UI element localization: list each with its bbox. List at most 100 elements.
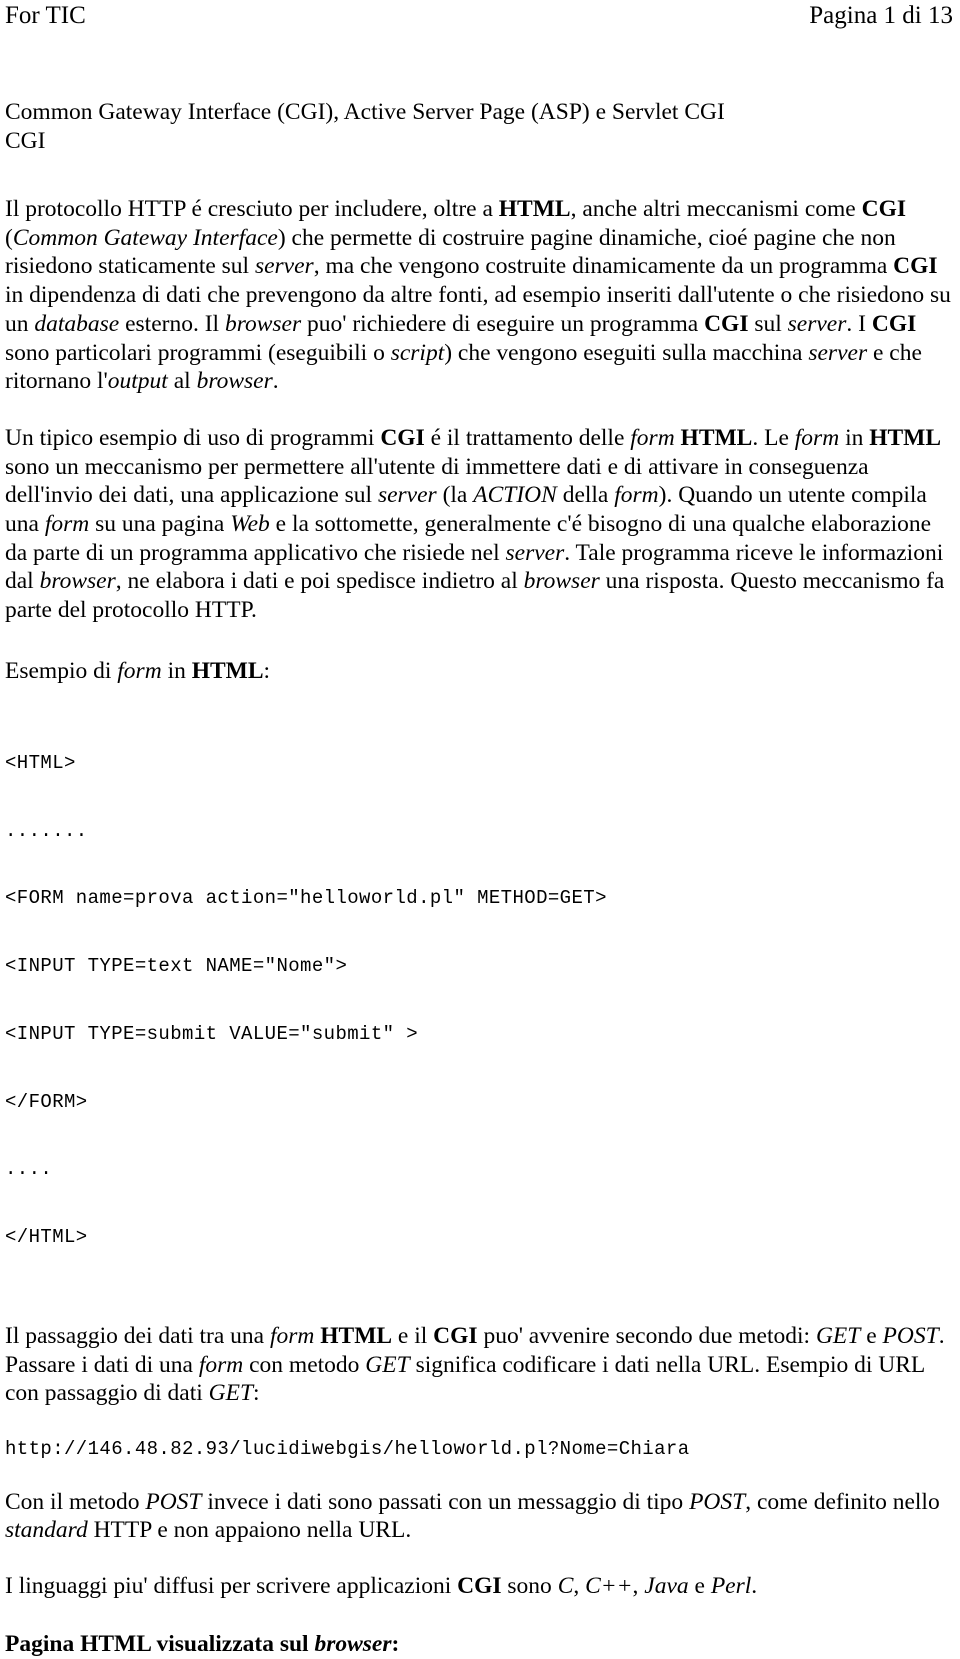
text-run: HTTP e non appaiono nella URL. — [87, 1517, 412, 1544]
text-run: su una pagina — [89, 511, 231, 538]
text-run: . I — [846, 310, 872, 337]
html-form-code-block: <HTML> ....... <FORM name=prova action="… — [5, 707, 955, 1294]
text-run: , — [632, 1573, 645, 1600]
text-run: e — [688, 1573, 711, 1600]
document-page: For TIC Pagina 1 di 13 Common Gateway In… — [0, 0, 960, 1657]
paragraph-cgi-intro: Il protocollo HTTP é cresciuto per inclu… — [5, 195, 955, 396]
document-title-block: Common Gateway Interface (CGI), Active S… — [5, 98, 955, 155]
text-run: ( — [5, 224, 13, 251]
text-bold: HTML — [680, 424, 753, 451]
text-run: in — [839, 424, 870, 451]
page-header: For TIC Pagina 1 di 13 — [5, 0, 955, 31]
text-italic: server — [787, 310, 847, 337]
text-italic: Web — [230, 511, 270, 538]
text-italic: script — [390, 339, 445, 366]
text-run: , come definito nello — [745, 1488, 940, 1515]
text-italic: ACTION — [473, 482, 557, 509]
text-run: , ne elabora i dati e poi spedisce indie… — [115, 568, 524, 595]
text-run: , — [573, 1573, 586, 1600]
text-italic: POST — [882, 1322, 939, 1349]
text-run: , ma che vengono costruite dinamicamente… — [313, 253, 894, 280]
code-line: <FORM name=prova action="helloworld.pl" … — [5, 887, 607, 910]
header-document-title: For TIC — [5, 2, 86, 29]
text-run: . — [272, 368, 279, 395]
text-run: puo' avvenire secondo due metodi: — [477, 1322, 816, 1349]
text-run: con metodo — [243, 1351, 366, 1378]
text-run: Esempio di — [5, 657, 118, 684]
code-line: ....... — [5, 819, 88, 842]
text-italic: GET — [815, 1322, 861, 1349]
get-url-example: http://146.48.82.93/lucidiwebgis/hellowo… — [5, 1438, 690, 1461]
text-italic: server — [254, 253, 314, 280]
code-line: </HTML> — [5, 1226, 88, 1249]
text-run: Il passaggio dei dati tra una — [5, 1322, 270, 1349]
text-run: puo' richiedere di eseguire un programma — [301, 310, 705, 337]
text-bold: CGI — [380, 424, 425, 451]
text-run: . Le — [752, 424, 795, 451]
header-page-number: Pagina 1 di 13 — [809, 2, 953, 29]
text-italic: browser — [196, 368, 273, 395]
text-bold: HTML — [498, 196, 571, 222]
page-title: Common Gateway Interface (CGI), Active S… — [5, 99, 725, 125]
code-line: </FORM> — [5, 1090, 88, 1113]
text-run: ) che vengono eseguiti sulla macchina — [444, 339, 809, 366]
code-line: <HTML> — [5, 751, 76, 774]
form-example-lead-in: Esempio di form in HTML: — [5, 657, 955, 686]
text-italic: browser — [224, 310, 302, 337]
header-divider — [5, 31, 955, 32]
text-bold: HTML — [869, 424, 942, 451]
section-heading-cgi: CGI — [5, 127, 46, 154]
text-run: della — [556, 482, 615, 509]
text-italic: form — [614, 482, 659, 509]
text-italic: GET — [365, 1351, 410, 1378]
text-italic: form — [269, 1322, 315, 1349]
text-italic: Perl — [710, 1573, 752, 1600]
text-italic: Common Gateway Interface — [12, 224, 278, 251]
text-bold: CGI — [457, 1573, 502, 1600]
text-italic: output — [107, 368, 168, 395]
code-line: .... — [5, 1158, 53, 1181]
text-run: Un tipico esempio di uso di programmi — [5, 424, 381, 451]
paragraph-languages: I linguaggi piu' diffusi per scrivere ap… — [5, 1572, 955, 1601]
text-italic: C++ — [585, 1573, 633, 1600]
text-run: : — [253, 1380, 260, 1407]
text-run: é il trattamento delle — [424, 424, 631, 451]
text-bold: CGI — [893, 253, 938, 280]
text-bold: CGI — [861, 196, 906, 222]
text-italic: C — [557, 1573, 574, 1600]
text-run: , anche altri meccanismi come — [570, 196, 862, 222]
text-italic: database — [34, 310, 120, 337]
text-bold: CGI — [704, 310, 749, 337]
text-bold: Pagina HTML visualizzata sul — [5, 1630, 315, 1657]
text-italic: browser — [39, 568, 116, 595]
text-run: sono particolari programmi (eseguibili o — [5, 339, 391, 366]
text-italic: form — [198, 1351, 244, 1378]
paragraph-form-html: Un tipico esempio di uso di programmi CG… — [5, 424, 955, 625]
text-italic: browser — [523, 568, 600, 595]
text-run: . — [751, 1573, 758, 1600]
text-italic: standard — [5, 1517, 88, 1544]
paragraph-get-post: Il passaggio dei dati tra una form HTML … — [5, 1322, 955, 1408]
text-italic: GET — [208, 1380, 254, 1407]
text-run: Con il metodo — [5, 1488, 146, 1515]
text-run: sono — [501, 1573, 558, 1600]
closing-caption: Pagina HTML visualizzata sul browser: — [5, 1630, 955, 1659]
text-italic: form — [117, 657, 162, 684]
text-bold: HTML — [191, 657, 264, 684]
text-run: e — [860, 1322, 883, 1349]
text-italic: form — [44, 511, 90, 538]
text-run: sul — [748, 310, 788, 337]
text-run: in — [161, 657, 192, 684]
text-italic: server — [505, 539, 565, 566]
text-run: invece i dati sono passati con un messag… — [201, 1488, 690, 1515]
text-run: esterno. Il — [119, 310, 225, 337]
text-italic: server — [808, 339, 868, 366]
text-bold: CGI — [871, 310, 917, 337]
text-bold: CGI — [433, 1322, 478, 1349]
text-bold: : — [391, 1630, 400, 1657]
text-run: : — [263, 657, 271, 684]
text-bold-italic: browser — [314, 1630, 392, 1657]
text-run: al — [167, 368, 197, 395]
text-run: I linguaggi piu' diffusi per scrivere ap… — [5, 1573, 458, 1600]
text-run: (la — [436, 482, 474, 509]
